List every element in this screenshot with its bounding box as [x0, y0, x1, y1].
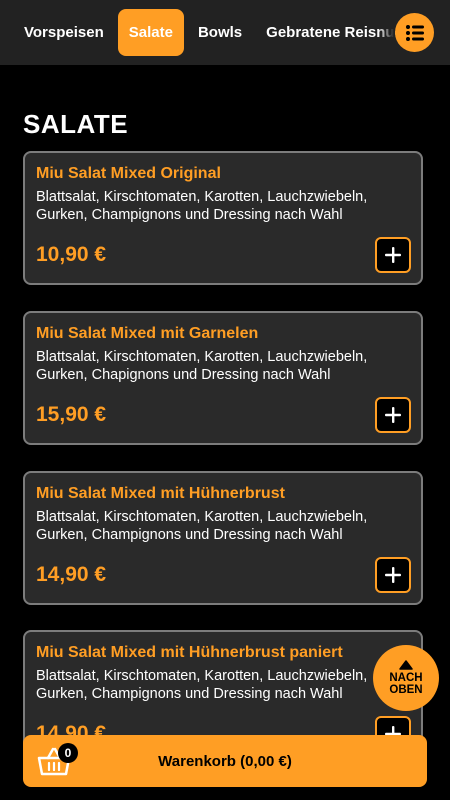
item-description: Blattsalat, Kirschtomaten, Karotten, Lau…: [36, 668, 368, 702]
item-name: Miu Salat Mixed mit Hühnerbrust paniert: [36, 644, 343, 661]
item-price: 10,90 €: [36, 243, 107, 266]
plus-icon: [385, 247, 401, 263]
back-to-top-button[interactable]: NACH OBEN: [373, 645, 439, 711]
item-description: Blattsalat, Kirschtomaten, Karotten, Lau…: [36, 509, 368, 543]
item-name: Miu Salat Mixed mit Garnelen: [36, 325, 259, 342]
cart-count-badge: 0: [58, 743, 78, 763]
tab-salate[interactable]: Salate: [117, 9, 184, 56]
category-nav: Vorspeisen Salate Bowls Gebratene Reisnu…: [0, 0, 450, 65]
category-tabs: Vorspeisen Salate Bowls Gebratene Reisnu…: [14, 9, 439, 56]
back-to-top-label-line1: NACH: [389, 672, 423, 684]
list-icon: [405, 24, 424, 41]
section-title: SALATE: [23, 109, 129, 139]
cart-button[interactable]: Warenkorb (0,00 €): [23, 735, 427, 787]
item-name: Miu Salat Mixed Original: [36, 165, 221, 182]
tab-vorspeisen[interactable]: Vorspeisen: [14, 9, 114, 56]
menu-item-card: Miu Salat Mixed mit Garnelen Blattsalat,…: [23, 311, 423, 445]
add-to-cart-button[interactable]: [375, 237, 411, 273]
item-price: 15,90 €: [36, 403, 107, 426]
item-name: Miu Salat Mixed mit Hühnerbrust: [36, 485, 285, 502]
item-description: Blattsalat, Kirschtomaten, Karotten, Lau…: [36, 349, 368, 383]
tabs-fade: [378, 0, 394, 65]
add-to-cart-button[interactable]: [375, 557, 411, 593]
tab-bowls[interactable]: Bowls: [188, 9, 252, 56]
arrow-up-icon: [399, 660, 413, 670]
menu-item-card: Miu Salat Mixed Original Blattsalat, Kir…: [23, 151, 423, 285]
item-description: Blattsalat, Kirschtomaten, Karotten, Lau…: [36, 189, 368, 223]
cart-label: Warenkorb (0,00 €): [158, 752, 292, 770]
category-menu-button[interactable]: [395, 13, 434, 52]
menu-item-card: Miu Salat Mixed mit Hühnerbrust Blattsal…: [23, 471, 423, 605]
plus-icon: [385, 567, 401, 583]
back-to-top-label-line2: OBEN: [389, 684, 423, 696]
plus-icon: [385, 407, 401, 423]
item-price: 14,90 €: [36, 563, 107, 586]
add-to-cart-button[interactable]: [375, 397, 411, 433]
